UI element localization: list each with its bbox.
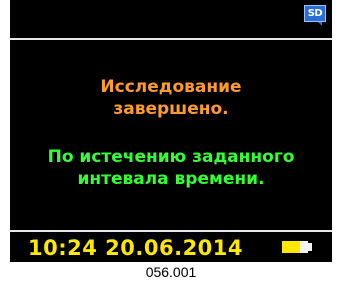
battery-tip — [308, 243, 312, 251]
message-line-1: Исследование — [100, 77, 242, 97]
message-line-2: завершено. — [113, 99, 229, 119]
bottom-status-bar: 10:24 20.06.2014 — [10, 233, 332, 262]
device-screen: SD Исследование завершено. По истечению … — [10, 0, 332, 262]
date-value: 20.06.2014 — [105, 236, 244, 260]
message-line-4: интевала времени. — [77, 169, 265, 189]
completion-message: Исследование завершено. — [10, 76, 332, 120]
top-status-bar: SD — [10, 0, 332, 38]
time-value: 10:24 — [28, 236, 98, 260]
datetime-readout: 10:24 20.06.2014 — [28, 235, 243, 261]
figure-caption: 056.001 — [145, 264, 197, 280]
top-divider — [10, 38, 332, 40]
sd-card-icon: SD — [304, 5, 326, 26]
bottom-divider — [10, 230, 332, 232]
battery-empty-segment — [300, 241, 308, 253]
message-line-3: По истечению заданного — [47, 147, 295, 167]
reason-message: По истечению заданного интевала времени. — [10, 146, 332, 190]
